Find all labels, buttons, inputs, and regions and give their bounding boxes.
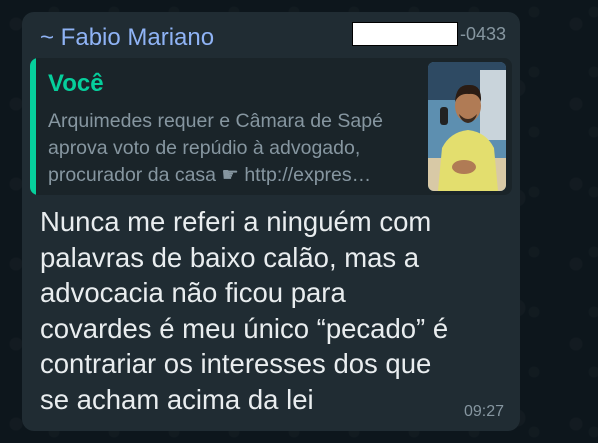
message-text: Nunca me referi a ninguém com palavras d…: [40, 204, 510, 417]
quote-line: Arquimedes requer e Câmara de Sapé: [48, 110, 383, 132]
quote-line: aprova voto de repúdio à advogado,: [48, 137, 361, 159]
phone-suffix: -0433: [459, 23, 506, 44]
quoted-message[interactable]: Você Arquimedes requer e Câmara de Sapé …: [30, 58, 512, 195]
message-line: covardes é meu único “pecado” é: [40, 312, 449, 344]
message-bubble[interactable]: ~ Fabio Mariano -0433 Você Arquimedes re…: [22, 12, 520, 431]
sender-name[interactable]: ~ Fabio Mariano: [40, 24, 214, 52]
sender-phone: -0433: [351, 22, 506, 46]
message-line: Nunca me referi a ninguém com: [40, 206, 432, 237]
quote-thumbnail-image[interactable]: [428, 62, 506, 191]
quote-line: procurador da casa ☛ http://expres…: [48, 164, 372, 186]
message-timestamp: 09:27: [463, 403, 504, 420]
redaction-box: [351, 22, 458, 46]
message-line: advocacia não ficou para: [40, 277, 346, 308]
message-line: contrariar os interesses dos que: [40, 348, 432, 379]
quote-accent-bar: [30, 58, 36, 195]
thumbnail-photo: [428, 62, 506, 191]
message-line: se acham acima da lei: [40, 383, 314, 415]
message-line: palavras de baixo calão, mas a: [40, 241, 420, 273]
quote-author: Você: [48, 70, 104, 97]
quote-text: Arquimedes requer e Câmara de Sapé aprov…: [48, 108, 426, 189]
